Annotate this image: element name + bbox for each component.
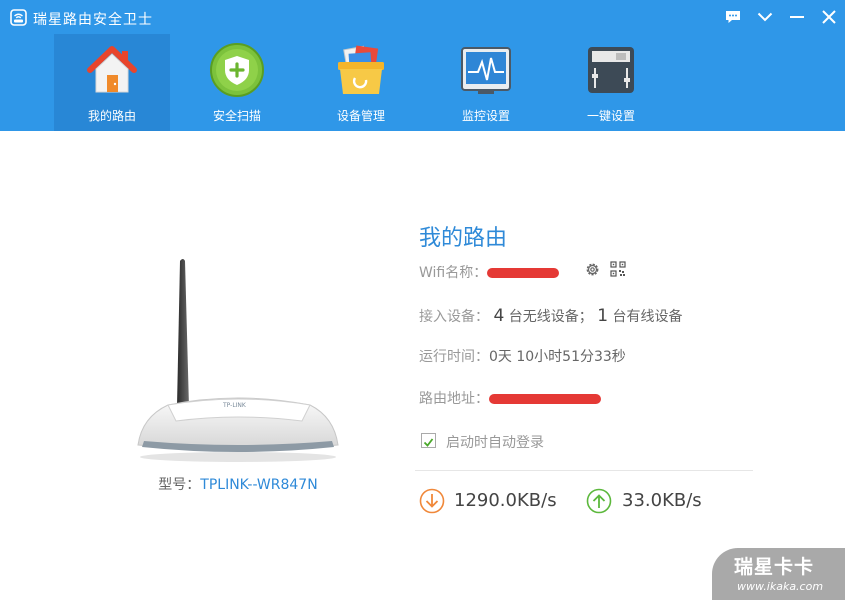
nav-tab-security-scan[interactable]: 安全扫描: [179, 34, 295, 131]
nav-label-my-router: 我的路由: [87, 109, 136, 123]
router-image: TP-LINK: [137, 259, 339, 462]
title-bar[interactable]: 瑞星路由安全卫士: [0, 0, 845, 34]
minimize-button[interactable]: [786, 6, 808, 28]
upload-arrow-icon: [586, 488, 612, 514]
nav-tab-one-click-settings[interactable]: 一键设置: [553, 34, 669, 131]
download-speed: 1290.0KB/s: [454, 490, 557, 511]
router-logo-icon: [10, 9, 27, 26]
device-box-icon: [338, 45, 384, 94]
section-title: 我的路由: [419, 226, 508, 251]
message-icon: [726, 11, 740, 23]
router-address-row: 路由地址：: [419, 388, 601, 408]
wired-text: 台有线设备: [612, 309, 683, 325]
close-button[interactable]: [818, 6, 840, 28]
shield-icon: [210, 43, 264, 97]
router-model: 型号：TPLINK--WR847N: [0, 474, 476, 494]
devices-label: 接入设备：: [419, 309, 489, 325]
wired-count: 1: [597, 306, 609, 326]
divider: [415, 470, 753, 471]
model-label: 型号：: [158, 477, 201, 493]
watermark-url: www.ikaka.com: [737, 580, 824, 593]
nav-tab-device-management[interactable]: 设备管理: [303, 34, 419, 131]
watermark: 瑞星卡卡 www.ikaka.com: [712, 548, 845, 600]
wireless-count: 4: [493, 306, 505, 326]
app-title: 瑞星路由安全卫士: [33, 12, 153, 28]
connected-devices-row: 接入设备： 4 台无线设备； 1 台有线设备: [419, 306, 682, 326]
check-icon: [423, 438, 434, 447]
download-arrow-icon: [419, 488, 445, 514]
nav-label-device-management: 设备管理: [336, 109, 385, 123]
auto-login-label[interactable]: 启动时自动登录: [446, 432, 544, 452]
nav-label-one-click-settings: 一键设置: [586, 109, 635, 123]
header-bar: 瑞星路由安全卫士 我的路由 安全扫描 设备管理 监控设置 一键设置: [0, 0, 845, 131]
nav-label-monitor-settings: 监控设置: [461, 109, 510, 123]
gear-icon[interactable]: [584, 261, 601, 278]
uptime-row: 运行时间：0天 10小时51分33秒: [419, 346, 626, 366]
wireless-text: 台无线设备；: [508, 309, 593, 325]
monitor-icon: [461, 47, 511, 94]
qr-code-icon[interactable]: [610, 261, 626, 277]
auto-login-checkbox[interactable]: [421, 433, 436, 448]
feedback-button[interactable]: [722, 6, 744, 28]
uptime-label: 运行时间：: [419, 349, 489, 365]
main-panel: TP-LINK 型号：TPLINK--WR847N 我的路由 Wifi名称： 接…: [0, 131, 845, 600]
wifi-name-row: Wifi名称：: [419, 262, 560, 282]
uptime-value: 0天 10小时51分33秒: [489, 349, 626, 365]
main-nav: 我的路由 安全扫描 设备管理 监控设置 一键设置: [0, 34, 845, 131]
settings-panel-icon: [588, 47, 634, 93]
address-redacted: [489, 394, 601, 404]
nav-tab-my-router[interactable]: 我的路由: [54, 34, 170, 131]
dropdown-menu-button[interactable]: [754, 6, 776, 28]
router-brand-label: TP-LINK: [222, 402, 247, 409]
address-label: 路由地址：: [419, 391, 489, 407]
wifi-name-label: Wifi名称：: [419, 265, 488, 281]
upload-speed: 33.0KB/s: [622, 490, 702, 511]
nav-label-security-scan: 安全扫描: [212, 109, 261, 123]
model-value: TPLINK--WR847N: [200, 477, 318, 493]
watermark-title: 瑞星卡卡: [734, 556, 815, 578]
home-icon: [87, 46, 137, 93]
wifi-name-redacted: [487, 268, 560, 278]
close-icon: [822, 10, 836, 24]
minimize-icon: [790, 16, 804, 18]
chevron-down-icon: [757, 12, 773, 22]
nav-tab-monitor-settings[interactable]: 监控设置: [428, 34, 544, 131]
